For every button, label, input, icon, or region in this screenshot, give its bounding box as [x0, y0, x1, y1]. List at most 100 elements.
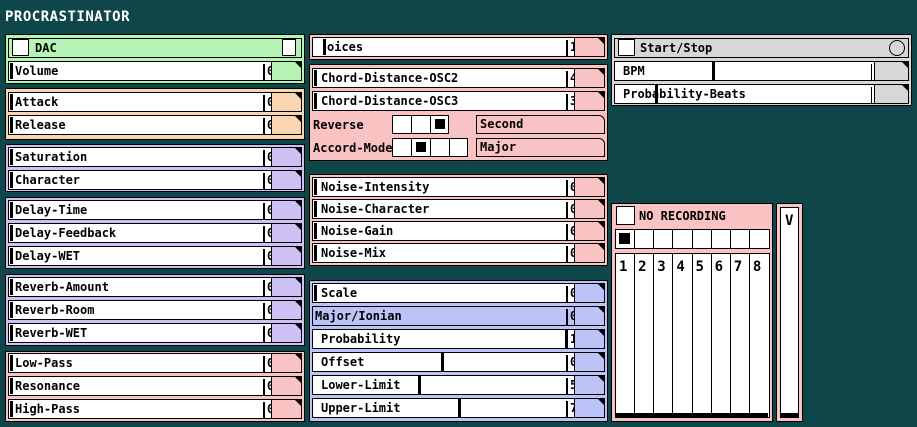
step-indicator-6	[712, 230, 731, 248]
delay-time-label: Delay-Time	[15, 203, 88, 217]
step-column-4[interactable]: 4	[673, 254, 693, 417]
accord-option-1[interactable]	[412, 139, 431, 156]
dac-label: DAC	[35, 41, 57, 55]
accord-option-2[interactable]	[431, 139, 450, 156]
filter-panel: Low-Pass 0 Resonance 0 High-Pass 0	[5, 351, 305, 422]
step-column-7[interactable]: 7	[730, 254, 750, 417]
step-indicator-row	[615, 229, 770, 249]
reverse-option-0[interactable]	[393, 116, 412, 133]
step-column-3[interactable]: 3	[654, 254, 674, 417]
accord-option-0[interactable]	[393, 139, 412, 156]
reverse-option-1[interactable]	[412, 116, 431, 133]
offset-knob[interactable]	[441, 353, 444, 371]
saturation-slider[interactable]: Saturation 0	[8, 147, 302, 167]
upper-limit-knob[interactable]	[458, 399, 461, 417]
upper-limit-slider[interactable]: Upper-Limit 72	[312, 398, 605, 418]
accord-option-3[interactable]	[450, 139, 468, 156]
reverb-room-slider[interactable]: Reverb-Room 0	[8, 300, 302, 320]
delay-wet-label: Delay-WET	[15, 249, 81, 263]
noise-gain-slider[interactable]: Noise-Gain 0	[312, 221, 605, 241]
transport-panel: Start/Stop BPM 120 Probability-Beats 4	[611, 34, 912, 106]
dac-toggle[interactable]	[12, 39, 29, 56]
delay-wet-slider[interactable]: Delay-WET 0	[8, 246, 302, 266]
noise-character-slider[interactable]: Noise-Character 0	[312, 199, 605, 219]
envelope-panel: Attack 0 Release 0	[5, 88, 305, 140]
voices-panel: oices 1	[309, 34, 608, 60]
reverb-amount-slider[interactable]: Reverb-Amount 0	[8, 277, 302, 297]
step-label-1: 1	[619, 259, 628, 275]
output-panel: DAC Volume 0	[5, 34, 305, 84]
probability-beats-knob[interactable]	[655, 85, 658, 103]
record-toggle[interactable]	[616, 206, 635, 225]
reverb-wet-label: Reverb-WET	[15, 326, 88, 340]
volume-label: Volume	[15, 64, 59, 78]
start-stop-box[interactable]	[618, 39, 635, 56]
reverb-wet-slider[interactable]: Reverb-WET 0	[8, 323, 302, 343]
upper-limit-label: Upper-Limit	[321, 401, 401, 415]
dac-toggle-row[interactable]: DAC	[8, 38, 302, 58]
chord-distance-osc3-number[interactable]: Chord-Distance-OSC3 3	[312, 91, 605, 111]
noise-intensity-slider[interactable]: Noise-Intensity 0	[312, 177, 605, 197]
dac-end-box	[282, 39, 296, 56]
reverse-value: Second	[476, 115, 605, 134]
step-column-8[interactable]: 8	[749, 254, 769, 417]
resonance-slider[interactable]: Resonance 0	[8, 376, 302, 396]
release-slider[interactable]: Release 0	[8, 115, 302, 135]
step-column-5[interactable]: 5	[692, 254, 712, 417]
bpm-knob[interactable]	[712, 62, 715, 80]
step-column-1[interactable]: 1	[616, 254, 636, 417]
noise-mix-label: Noise-Mix	[321, 246, 387, 260]
bpm-slider[interactable]: BPM 120	[614, 61, 909, 81]
accord-mode-value: Major	[476, 138, 605, 157]
volume-slider[interactable]: Volume 0	[8, 61, 302, 81]
accord-mode-label: Accord-Mode	[313, 141, 393, 155]
high-pass-label: High-Pass	[15, 402, 81, 416]
character-slider[interactable]: Character 0	[8, 170, 302, 190]
probability-slider[interactable]: Probability 100	[312, 329, 605, 349]
attack-slider[interactable]: Attack 0	[8, 92, 302, 112]
step-indicator-8	[750, 230, 769, 248]
step-label-8: 8	[752, 259, 762, 275]
chord-osc2-label: Chord-Distance-OSC2	[321, 71, 459, 85]
lower-limit-label: Lower-Limit	[321, 378, 401, 392]
saturation-label: Saturation	[15, 150, 88, 164]
step-sequencer-grid[interactable]: 12345678	[615, 253, 770, 418]
noise-mix-slider[interactable]: Noise-Mix 0	[312, 243, 605, 263]
scale-slider[interactable]: Scale 0	[312, 283, 605, 303]
lower-limit-knob[interactable]	[418, 376, 421, 394]
saturation-panel: Saturation 0 Character 0	[5, 144, 305, 192]
delay-panel: Delay-Time 0 Delay-Feedback 0 Delay-WET …	[5, 197, 305, 269]
probability-beats-label: Probability-Beats	[623, 87, 746, 101]
step-label-2: 2	[638, 259, 647, 275]
chord-osc3-label: Chord-Distance-OSC3	[321, 94, 459, 108]
step-label-7: 7	[733, 259, 743, 275]
sequencer-panel: Scale 0 Major/Ionian 0 Probability 100 O…	[309, 280, 608, 422]
lower-limit-slider[interactable]: Lower-Limit 52	[312, 375, 605, 395]
step-column-6[interactable]: 6	[711, 254, 731, 417]
bpm-label: BPM	[623, 64, 645, 78]
attack-label: Attack	[15, 95, 59, 109]
delay-feedback-slider[interactable]: Delay-Feedback 0	[8, 223, 302, 243]
character-label: Character	[15, 173, 81, 187]
offset-slider[interactable]: Offset 0	[312, 352, 605, 372]
bang-circle-icon[interactable]	[889, 40, 905, 56]
chord-panel: Chord-Distance-OSC2 4 Chord-Distance-OSC…	[309, 64, 608, 161]
step-indicator-2	[635, 230, 655, 248]
probability-beats-slider[interactable]: Probability-Beats 4	[614, 84, 909, 104]
delay-time-slider[interactable]: Delay-Time 0	[8, 200, 302, 220]
reverse-option-2[interactable]	[431, 116, 449, 133]
accord-mode-radio[interactable]	[392, 138, 468, 157]
low-pass-slider[interactable]: Low-Pass 0	[8, 353, 302, 373]
voices-number[interactable]: oices 1	[312, 37, 605, 57]
step-column-2[interactable]: 2	[635, 254, 655, 417]
chord-distance-osc2-number[interactable]: Chord-Distance-OSC2 4	[312, 68, 605, 88]
high-pass-slider[interactable]: High-Pass 0	[8, 399, 302, 419]
vu-panel: V	[776, 203, 803, 422]
vu-meter: V	[780, 207, 799, 418]
volume-knob[interactable]	[10, 63, 13, 79]
step-label-3: 3	[657, 259, 666, 275]
step-label-4: 4	[676, 259, 685, 275]
start-stop-button[interactable]: Start/Stop	[614, 38, 909, 58]
delay-feedback-label: Delay-Feedback	[15, 226, 117, 240]
reverse-radio[interactable]	[392, 115, 449, 134]
